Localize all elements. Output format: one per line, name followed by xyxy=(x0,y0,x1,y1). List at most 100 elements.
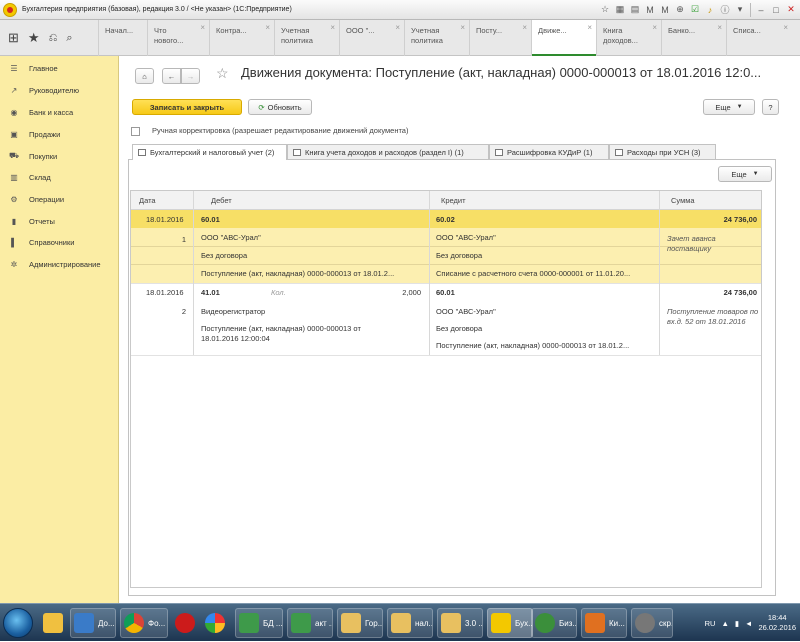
row2-debit-subconto1[interactable]: Видеорегистратор xyxy=(201,307,265,316)
sidebar-item-operations[interactable]: ⚙ Операции xyxy=(8,191,64,207)
tab-receipt[interactable]: Посту... × xyxy=(469,20,531,56)
tab-close-icon[interactable]: × xyxy=(717,23,722,33)
tab-contractors[interactable]: Контра... × xyxy=(209,20,274,56)
taskbar-folder-gor[interactable]: Гор... xyxy=(337,608,383,638)
movements-table[interactable]: Дата Дебет Кредит Сумма 18.01.2016 1 60.… xyxy=(130,190,762,588)
taskbar-screenshot[interactable]: скр... xyxy=(631,608,673,638)
favorite-star-icon[interactable]: ☆ xyxy=(216,65,229,82)
home-button[interactable]: ⌂ xyxy=(135,68,154,84)
calculator-icon[interactable]: ▦ xyxy=(613,3,627,17)
clock[interactable]: 18:44 26.02.2016 xyxy=(758,613,796,633)
dropdown-icon[interactable]: ▾ xyxy=(733,3,747,17)
row2-credit-subconto2[interactable]: Без договора xyxy=(436,324,482,333)
row2-quantity[interactable]: 2,000 xyxy=(371,288,421,297)
tab-kudir-details[interactable]: Расшифровка КУДиР (1) xyxy=(489,144,609,159)
taskbar-opera[interactable] xyxy=(172,608,198,638)
calendar-icon[interactable]: ▤ xyxy=(628,3,642,17)
tab-close-icon[interactable]: × xyxy=(200,23,205,33)
row1-credit-subconto2[interactable]: Без договора xyxy=(436,251,482,260)
tab-income-expense-book[interactable]: Книга учета доходов и расходов (раздел I… xyxy=(287,144,489,159)
tab-close-icon[interactable]: × xyxy=(395,23,400,33)
tab-bank[interactable]: Банко... × xyxy=(661,20,726,56)
row1-credit-subconto3[interactable]: Списание с расчетного счета 0000-000001 … xyxy=(436,269,630,278)
row1-credit-subconto1[interactable]: ООО "АВС-Урал" xyxy=(436,233,496,242)
tab-close-icon[interactable]: × xyxy=(783,23,788,33)
tab-start-page[interactable]: Начал... xyxy=(98,20,147,56)
check-icon[interactable]: ☑ xyxy=(688,3,702,17)
taskbar-business[interactable]: Биз... xyxy=(531,608,577,638)
memory-plus-icon[interactable]: M xyxy=(643,3,657,17)
row1-debit-account[interactable]: 60.01 xyxy=(201,215,220,224)
bell-icon[interactable]: ♪ xyxy=(703,3,717,17)
sidebar-item-references[interactable]: ▌ Справочники xyxy=(8,234,74,250)
sidebar-item-reports[interactable]: ▮ Отчеты xyxy=(8,213,55,229)
row2-debit-subconto2[interactable]: Поступление (акт, накладная) 0000-000013… xyxy=(201,324,391,344)
tab-accounting-policy-2[interactable]: Учетная политика × xyxy=(404,20,469,56)
tab-close-icon[interactable]: × xyxy=(265,23,270,33)
taskbar-chrome[interactable]: Фо... xyxy=(120,608,168,638)
save-and-close-button[interactable]: Записать и закрыть xyxy=(132,99,242,115)
row2-date[interactable]: 18.01.2016 xyxy=(146,288,184,297)
tab-close-icon[interactable]: × xyxy=(460,23,465,33)
apps-grid-icon[interactable]: ⊞ xyxy=(8,30,19,46)
row1-credit-account[interactable]: 60.02 xyxy=(436,215,455,224)
volume-icon[interactable]: ◄ xyxy=(745,619,752,628)
tab-document-movements[interactable]: Движе... × xyxy=(531,20,596,57)
history-icon[interactable]: ⎌ xyxy=(49,32,58,45)
network-icon[interactable]: ▮ xyxy=(735,619,739,628)
row2-credit-subconto3[interactable]: Поступление (акт, накладная) 0000-000013… xyxy=(436,341,629,350)
info-icon[interactable]: ⓘ xyxy=(718,3,732,17)
tab-write-off[interactable]: Списа... × xyxy=(726,20,792,56)
sidebar-item-main[interactable]: ☰ Главное xyxy=(8,60,57,76)
close-icon[interactable]: ✕ xyxy=(784,3,798,17)
tab-close-icon[interactable]: × xyxy=(522,23,527,33)
tab-accounting-policy[interactable]: Учетная политика × xyxy=(274,20,339,56)
tab-accounting-tax[interactable]: Бухгалтерский и налоговый учет (2) xyxy=(132,144,287,160)
more-button[interactable]: Еще ▼ xyxy=(703,99,755,115)
taskbar-paint[interactable] xyxy=(202,608,228,638)
sidebar-item-sales[interactable]: ▣ Продажи xyxy=(8,126,60,142)
star-icon[interactable]: ☆ xyxy=(598,3,612,17)
back-button[interactable]: ← xyxy=(162,68,181,84)
taskbar-act-doc[interactable]: акт ... xyxy=(287,608,333,638)
taskbar-mail[interactable] xyxy=(40,608,64,638)
row2-credit-account[interactable]: 60.01 xyxy=(436,288,455,297)
tab-close-icon[interactable]: × xyxy=(330,23,335,33)
sidebar-item-administration[interactable]: ✲ Администрирование xyxy=(8,256,101,272)
row2-debit-account[interactable]: 41.01 xyxy=(201,288,220,297)
search-icon[interactable]: ⌕ xyxy=(66,32,72,45)
taskbar-1c[interactable]: Бух... xyxy=(487,608,533,638)
minimize-icon[interactable]: – xyxy=(754,3,768,17)
favorites-star-icon[interactable]: ★ xyxy=(28,30,40,46)
zoom-icon[interactable]: ⊕ xyxy=(673,3,687,17)
row2-credit-subconto1[interactable]: ООО "АВС-Урал" xyxy=(436,307,496,316)
row1-date[interactable]: 18.01.2016 xyxy=(146,215,184,224)
sidebar-item-warehouse[interactable]: ▥ Склад xyxy=(8,169,51,185)
row1-sum[interactable]: 24 736,00 xyxy=(667,215,757,224)
sidebar-item-purchases[interactable]: ⛟ Покупки xyxy=(8,148,57,164)
tab-close-icon[interactable]: × xyxy=(652,23,657,33)
memory-minus-icon[interactable]: M xyxy=(658,3,672,17)
tab-whats-new[interactable]: Что нового... × xyxy=(147,20,209,56)
maximize-icon[interactable]: □ xyxy=(769,3,783,17)
start-button[interactable] xyxy=(3,608,33,638)
taskbar-database[interactable]: БД ... xyxy=(235,608,283,638)
row2-comment[interactable]: Поступление товаров по вх.д. 52 от 18.01… xyxy=(667,307,759,327)
forward-button[interactable]: → xyxy=(181,68,200,84)
tray-expand-icon[interactable]: ▲ xyxy=(721,619,728,628)
taskbar-folder-30[interactable]: 3.0 ... xyxy=(437,608,483,638)
row1-debit-subconto3[interactable]: Поступление (акт, накладная) 0000-000013… xyxy=(201,269,394,278)
tab-close-icon[interactable]: × xyxy=(587,23,592,33)
row1-debit-subconto1[interactable]: ООО "АВС-Урал" xyxy=(201,233,261,242)
table-more-button[interactable]: Еще ▼ xyxy=(718,166,772,182)
row2-sum[interactable]: 24 736,00 xyxy=(667,288,757,297)
manual-correction-checkbox[interactable] xyxy=(131,127,140,136)
tab-organization[interactable]: ООО "... × xyxy=(339,20,404,56)
row1-comment[interactable]: Зачет аванса поставщику xyxy=(667,234,747,254)
taskbar-folder-nal[interactable]: нал... xyxy=(387,608,433,638)
taskbar-ki[interactable]: Ки... xyxy=(581,608,627,638)
refresh-button[interactable]: ⟳ Обновить xyxy=(248,99,312,115)
tab-income-book[interactable]: Книга доходов... × xyxy=(596,20,661,56)
language-indicator[interactable]: RU xyxy=(705,619,716,628)
taskbar-document[interactable]: До... xyxy=(70,608,116,638)
